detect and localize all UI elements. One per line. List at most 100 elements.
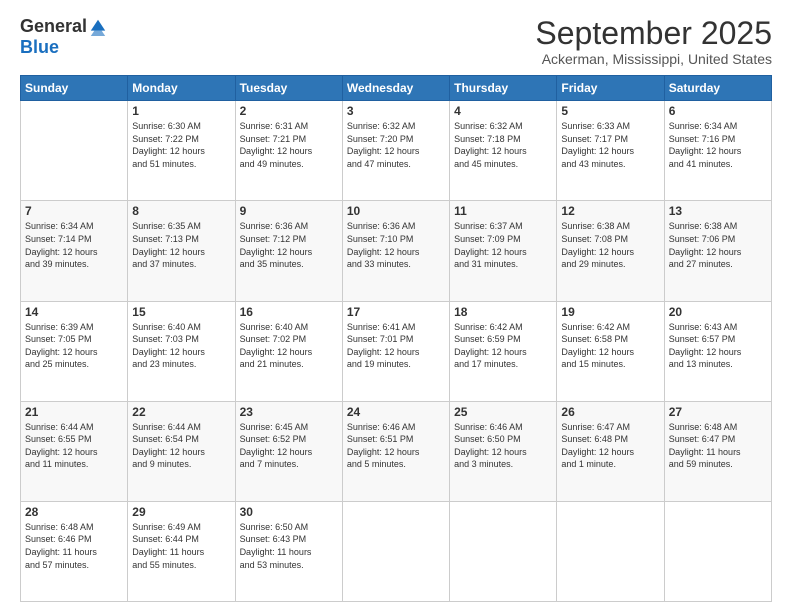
month-title: September 2025 [535, 16, 772, 51]
calendar-week-row: 14 Sunrise: 6:39 AM Sunset: 7:05 PM Dayli… [21, 301, 772, 401]
table-row: 26Sunrise: 6:47 AM Sunset: 6:48 PM Dayli… [557, 401, 664, 501]
table-row: 1 Sunrise: 6:30 AM Sunset: 7:22 PM Daylig… [128, 101, 235, 201]
day-info: Sunrise: 6:49 AM Sunset: 6:44 PM Dayligh… [132, 521, 230, 571]
calendar-week-row: 7 Sunrise: 6:34 AM Sunset: 7:14 PM Daylig… [21, 201, 772, 301]
table-row: 11 Sunrise: 6:37 AM Sunset: 7:09 PM Dayli… [450, 201, 557, 301]
day-info: Sunrise: 6:45 AM Sunset: 6:52 PM Dayligh… [240, 421, 338, 471]
table-row: 22Sunrise: 6:44 AM Sunset: 6:54 PM Dayli… [128, 401, 235, 501]
table-row: 14 Sunrise: 6:39 AM Sunset: 7:05 PM Dayli… [21, 301, 128, 401]
table-row: 17 Sunrise: 6:41 AM Sunset: 7:01 PM Dayli… [342, 301, 449, 401]
table-row: 3 Sunrise: 6:32 AM Sunset: 7:20 PM Daylig… [342, 101, 449, 201]
day-number: 6 [669, 104, 767, 118]
day-info: Sunrise: 6:40 AM Sunset: 7:03 PM Dayligh… [132, 321, 230, 371]
day-info: Sunrise: 6:48 AM Sunset: 6:46 PM Dayligh… [25, 521, 123, 571]
header-thursday: Thursday [450, 76, 557, 101]
day-number: 1 [132, 104, 230, 118]
day-number: 28 [25, 505, 123, 519]
logo: General Blue [20, 16, 107, 58]
table-row: 2Sunrise: 6:31 AM Sunset: 7:21 PM Daylig… [235, 101, 342, 201]
day-info: Sunrise: 6:30 AM Sunset: 7:22 PM Dayligh… [132, 120, 230, 170]
day-info: Sunrise: 6:34 AM Sunset: 7:16 PM Dayligh… [669, 120, 767, 170]
table-row: 9Sunrise: 6:36 AM Sunset: 7:12 PM Daylig… [235, 201, 342, 301]
day-info: Sunrise: 6:38 AM Sunset: 7:06 PM Dayligh… [669, 220, 767, 270]
day-number: 7 [25, 204, 123, 218]
day-number: 22 [132, 405, 230, 419]
table-row: 27Sunrise: 6:48 AM Sunset: 6:47 PM Dayli… [664, 401, 771, 501]
day-info: Sunrise: 6:41 AM Sunset: 7:01 PM Dayligh… [347, 321, 445, 371]
day-number: 20 [669, 305, 767, 319]
day-number: 11 [454, 204, 552, 218]
table-row [450, 501, 557, 601]
table-row: 19Sunrise: 6:42 AM Sunset: 6:58 PM Dayli… [557, 301, 664, 401]
day-info: Sunrise: 6:32 AM Sunset: 7:20 PM Dayligh… [347, 120, 445, 170]
table-row: 28 Sunrise: 6:48 AM Sunset: 6:46 PM Dayli… [21, 501, 128, 601]
table-row [557, 501, 664, 601]
day-info: Sunrise: 6:46 AM Sunset: 6:50 PM Dayligh… [454, 421, 552, 471]
calendar-table: Sunday Monday Tuesday Wednesday Thursday… [20, 75, 772, 602]
day-number: 29 [132, 505, 230, 519]
table-row: 23 Sunrise: 6:45 AM Sunset: 6:52 PM Dayli… [235, 401, 342, 501]
day-number: 23 [240, 405, 338, 419]
day-number: 26 [561, 405, 659, 419]
day-info: Sunrise: 6:46 AM Sunset: 6:51 PM Dayligh… [347, 421, 445, 471]
table-row: 29 Sunrise: 6:49 AM Sunset: 6:44 PM Dayli… [128, 501, 235, 601]
day-number: 19 [561, 305, 659, 319]
day-number: 4 [454, 104, 552, 118]
title-section: September 2025 Ackerman, Mississippi, Un… [535, 16, 772, 67]
table-row: 10 Sunrise: 6:36 AM Sunset: 7:10 PM Dayli… [342, 201, 449, 301]
table-row: 18 Sunrise: 6:42 AM Sunset: 6:59 PM Dayli… [450, 301, 557, 401]
table-row: 8 Sunrise: 6:35 AM Sunset: 7:13 PM Daylig… [128, 201, 235, 301]
day-number: 17 [347, 305, 445, 319]
day-info: Sunrise: 6:36 AM Sunset: 7:12 PM Dayligh… [240, 220, 338, 270]
day-number: 14 [25, 305, 123, 319]
day-info: Sunrise: 6:48 AM Sunset: 6:47 PM Dayligh… [669, 421, 767, 471]
header-wednesday: Wednesday [342, 76, 449, 101]
day-info: Sunrise: 6:36 AM Sunset: 7:10 PM Dayligh… [347, 220, 445, 270]
day-info: Sunrise: 6:32 AM Sunset: 7:18 PM Dayligh… [454, 120, 552, 170]
table-row [21, 101, 128, 201]
day-number: 30 [240, 505, 338, 519]
table-row: 4 Sunrise: 6:32 AM Sunset: 7:18 PM Daylig… [450, 101, 557, 201]
header-friday: Friday [557, 76, 664, 101]
logo-blue-text: Blue [20, 37, 59, 57]
page: General Blue September 2025 Ackerman, Mi… [0, 0, 792, 612]
day-info: Sunrise: 6:42 AM Sunset: 6:59 PM Dayligh… [454, 321, 552, 371]
header-tuesday: Tuesday [235, 76, 342, 101]
logo-general-text: General [20, 16, 87, 37]
day-number: 12 [561, 204, 659, 218]
day-info: Sunrise: 6:33 AM Sunset: 7:17 PM Dayligh… [561, 120, 659, 170]
day-number: 18 [454, 305, 552, 319]
day-number: 13 [669, 204, 767, 218]
header-sunday: Sunday [21, 76, 128, 101]
table-row: 6 Sunrise: 6:34 AM Sunset: 7:16 PM Daylig… [664, 101, 771, 201]
day-info: Sunrise: 6:39 AM Sunset: 7:05 PM Dayligh… [25, 321, 123, 371]
table-row: 13 Sunrise: 6:38 AM Sunset: 7:06 PM Dayli… [664, 201, 771, 301]
day-number: 10 [347, 204, 445, 218]
day-number: 21 [25, 405, 123, 419]
day-number: 15 [132, 305, 230, 319]
table-row: 5 Sunrise: 6:33 AM Sunset: 7:17 PM Daylig… [557, 101, 664, 201]
logo-icon [89, 18, 107, 36]
day-info: Sunrise: 6:34 AM Sunset: 7:14 PM Dayligh… [25, 220, 123, 270]
day-number: 24 [347, 405, 445, 419]
table-row: 30 Sunrise: 6:50 AM Sunset: 6:43 PM Dayli… [235, 501, 342, 601]
header-saturday: Saturday [664, 76, 771, 101]
table-row: 25 Sunrise: 6:46 AM Sunset: 6:50 PM Dayli… [450, 401, 557, 501]
day-number: 8 [132, 204, 230, 218]
day-number: 25 [454, 405, 552, 419]
calendar-week-row: 21Sunrise: 6:44 AM Sunset: 6:55 PM Dayli… [21, 401, 772, 501]
table-row: 21Sunrise: 6:44 AM Sunset: 6:55 PM Dayli… [21, 401, 128, 501]
day-number: 3 [347, 104, 445, 118]
day-info: Sunrise: 6:35 AM Sunset: 7:13 PM Dayligh… [132, 220, 230, 270]
table-row: 15 Sunrise: 6:40 AM Sunset: 7:03 PM Dayli… [128, 301, 235, 401]
table-row [664, 501, 771, 601]
day-number: 5 [561, 104, 659, 118]
day-info: Sunrise: 6:43 AM Sunset: 6:57 PM Dayligh… [669, 321, 767, 371]
table-row [342, 501, 449, 601]
day-info: Sunrise: 6:40 AM Sunset: 7:02 PM Dayligh… [240, 321, 338, 371]
day-info: Sunrise: 6:31 AM Sunset: 7:21 PM Dayligh… [240, 120, 338, 170]
table-row: 20 Sunrise: 6:43 AM Sunset: 6:57 PM Dayli… [664, 301, 771, 401]
day-info: Sunrise: 6:37 AM Sunset: 7:09 PM Dayligh… [454, 220, 552, 270]
header-monday: Monday [128, 76, 235, 101]
day-info: Sunrise: 6:50 AM Sunset: 6:43 PM Dayligh… [240, 521, 338, 571]
